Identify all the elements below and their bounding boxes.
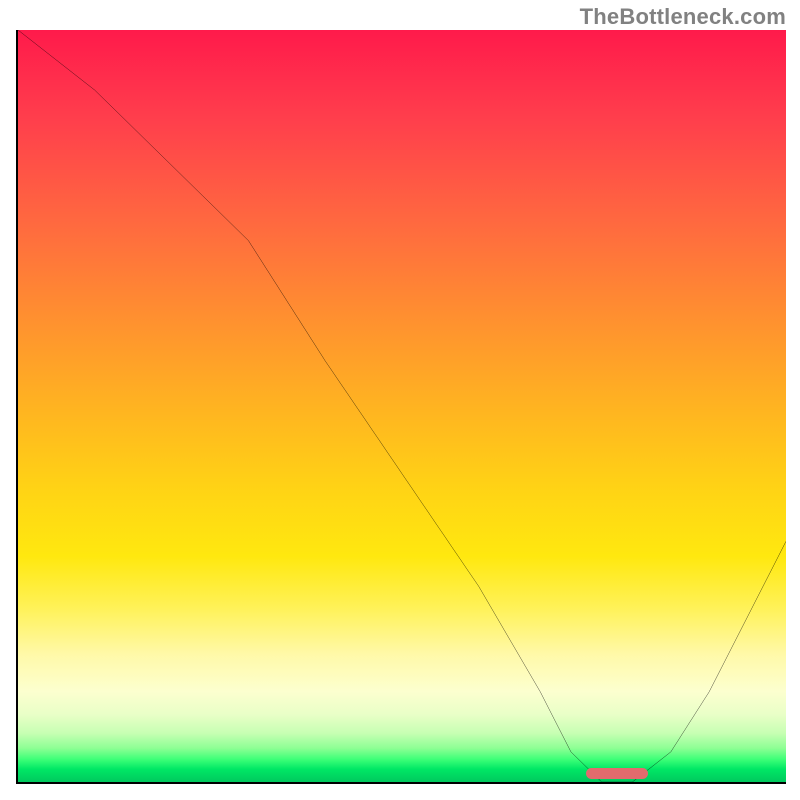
optimal-range-marker xyxy=(586,768,647,779)
plot-area xyxy=(16,30,786,784)
bottleneck-curve xyxy=(18,30,786,782)
watermark-text: TheBottleneck.com xyxy=(580,4,786,30)
chart-container: TheBottleneck.com xyxy=(0,0,800,800)
curve-path xyxy=(18,30,786,782)
